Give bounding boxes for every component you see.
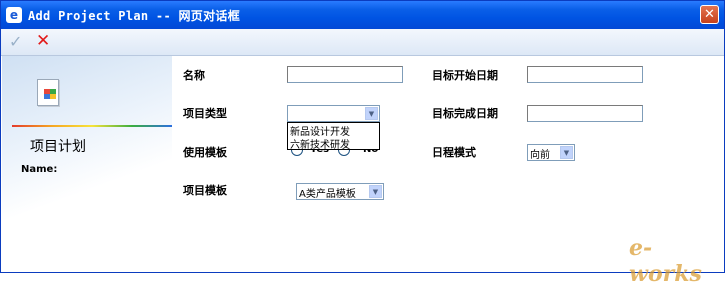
schedule-mode-value: 向前 bbox=[530, 150, 550, 161]
rainbow-divider bbox=[12, 125, 172, 127]
chevron-down-icon[interactable]: ▼ bbox=[560, 146, 573, 159]
project-document-icon bbox=[37, 79, 59, 106]
start-date-input[interactable] bbox=[527, 66, 643, 83]
schedule-mode-select[interactable]: 向前 ▼ bbox=[527, 144, 575, 161]
project-type-dropdown-list: 新品设计开发 六新技术研发 bbox=[287, 122, 380, 151]
toolbar: ✓ ✕ bbox=[1, 29, 724, 56]
chevron-down-icon[interactable]: ▼ bbox=[365, 107, 378, 120]
project-template-value: A类产品模板 bbox=[299, 189, 356, 200]
project-template-label: 项目模板 bbox=[183, 184, 227, 197]
left-panel: 项目计划 Name: bbox=[2, 56, 172, 271]
project-type-select[interactable]: ▼ bbox=[287, 105, 380, 122]
cancel-x-icon[interactable]: ✕ bbox=[36, 31, 50, 51]
project-type-label: 项目类型 bbox=[183, 107, 227, 120]
name-label: 名称 bbox=[183, 69, 205, 82]
window-title: Add Project Plan -- 网页对话框 bbox=[28, 9, 240, 23]
close-button[interactable]: ✕ bbox=[700, 5, 719, 24]
start-date-label: 目标开始日期 bbox=[432, 69, 498, 82]
confirm-check-icon[interactable]: ✓ bbox=[9, 32, 22, 51]
use-template-label: 使用模板 bbox=[183, 146, 227, 159]
name-caption: Name: bbox=[21, 164, 58, 175]
e-works-watermark: e-works bbox=[629, 235, 702, 287]
dropdown-option[interactable]: 六新技术研发 bbox=[290, 136, 350, 151]
title-bar: e Add Project Plan -- 网页对话框 ✕ bbox=[1, 1, 724, 29]
end-date-label: 目标完成日期 bbox=[432, 107, 498, 120]
project-template-select[interactable]: A类产品模板 ▼ bbox=[296, 183, 384, 200]
chevron-down-icon[interactable]: ▼ bbox=[369, 185, 382, 198]
schedule-mode-label: 日程模式 bbox=[432, 146, 476, 159]
ie-icon: e bbox=[6, 7, 22, 23]
name-input[interactable] bbox=[287, 66, 403, 83]
dialog-window: e Add Project Plan -- 网页对话框 ✕ ✓ ✕ 项目计划 N… bbox=[0, 0, 725, 287]
end-date-input[interactable] bbox=[527, 105, 643, 122]
panel-heading: 项目计划 bbox=[30, 139, 86, 155]
